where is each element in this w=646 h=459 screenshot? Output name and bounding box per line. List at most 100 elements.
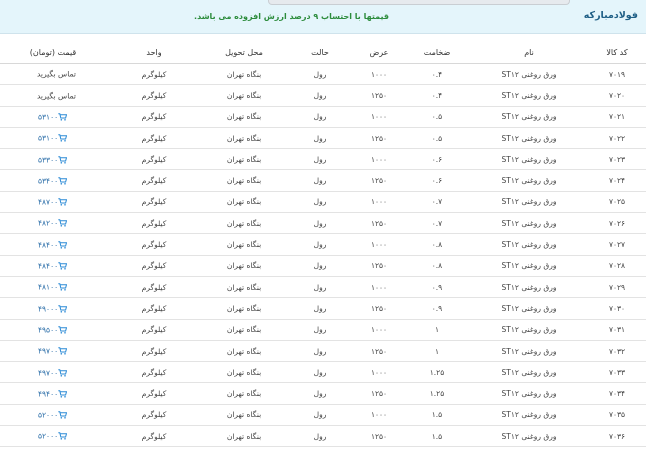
cell-location: بنگاه تهران	[202, 297, 286, 320]
cell-name: ورق روغنی ST۱۲	[470, 191, 588, 214]
table-row: ۷۰۲۰ ورق روغنی ST۱۲ ۰.۴ ۱۲۵۰ رول بنگاه ت…	[0, 84, 646, 107]
table-row: ۷۰۳۴ ورق روغنی ST۱۲ ۱.۲۵ ۱۲۵۰ رول بنگاه …	[0, 382, 646, 405]
column-header-unit[interactable]: واحد	[106, 42, 202, 64]
cart-icon[interactable]	[58, 390, 68, 398]
contact-label[interactable]: تماس بگیرید	[37, 91, 76, 100]
cell-state: رول	[286, 63, 354, 86]
cell-thickness: ۰.۷	[404, 212, 470, 235]
price-table: کد کالا نام ضخامت عرض حالت محل تحویل واح…	[0, 42, 646, 448]
cell-location: بنگاه تهران	[202, 106, 286, 128]
cart-icon[interactable]	[58, 368, 68, 377]
cell-price[interactable]: ۴۸۱۰۰	[0, 276, 106, 299]
cart-icon[interactable]	[58, 241, 68, 249]
cell-state: رول	[286, 255, 354, 277]
cell-unit: کیلوگرم	[106, 404, 202, 427]
cart-icon[interactable]	[58, 177, 68, 185]
cell-price[interactable]: ۴۸۲۰۰	[0, 212, 106, 235]
cell-location: بنگاه تهران	[202, 127, 286, 150]
cell-width: ۱۲۵۰	[354, 255, 404, 277]
column-header-thickness[interactable]: ضخامت	[404, 42, 470, 64]
cart-icon[interactable]	[58, 347, 68, 355]
cell-price[interactable]: ۵۳۱۰۰	[0, 127, 106, 150]
cell-state: رول	[286, 212, 354, 235]
cell-price[interactable]: ۴۹۷۰۰	[0, 361, 106, 384]
cell-location: بنگاه تهران	[202, 191, 286, 214]
table-row: ۷۰۳۶ ورق روغنی ST۱۲ ۱.۵ ۱۲۵۰ رول بنگاه ت…	[0, 425, 646, 448]
cart-icon[interactable]	[58, 219, 68, 228]
cell-price[interactable]: ۴۹۷۰۰	[0, 340, 106, 363]
cell-code: ۷۰۳۱	[588, 319, 646, 341]
cell-location: بنگاه تهران	[202, 63, 286, 86]
cell-price[interactable]: ۵۳۴۰۰	[0, 169, 106, 192]
table-row: ۷۰۳۰ ورق روغنی ST۱۲ ۰.۹ ۱۲۵۰ رول بنگاه ت…	[0, 297, 646, 320]
cell-price[interactable]: ۴۸۷۰۰	[0, 191, 106, 214]
column-header-name[interactable]: نام	[470, 42, 588, 64]
column-header-location[interactable]: محل تحویل	[202, 42, 286, 64]
cell-unit: کیلوگرم	[106, 276, 202, 299]
cell-code: ۷۰۳۴	[588, 382, 646, 405]
cell-price[interactable]: ۴۹۰۰۰	[0, 297, 106, 320]
cart-icon[interactable]	[58, 411, 68, 419]
table-row: ۷۰۲۷ ورق روغنی ST۱۲ ۰.۸ ۱۰۰۰ رول بنگاه ت…	[0, 233, 646, 256]
price-value: ۴۹۴۰۰	[38, 389, 59, 399]
cell-code: ۷۰۲۳	[588, 148, 646, 171]
column-header-width[interactable]: عرض	[354, 42, 404, 64]
price-value: ۵۲۰۰۰	[38, 431, 59, 441]
cell-thickness: ۰.۴	[404, 63, 470, 86]
cart-icon[interactable]	[58, 113, 68, 121]
contact-label[interactable]: تماس بگیرید	[37, 70, 76, 79]
cell-thickness: ۱.۵	[404, 404, 470, 427]
price-value: ۵۳۴۰۰	[38, 176, 59, 186]
table-header: کد کالا نام ضخامت عرض حالت محل تحویل واح…	[0, 42, 646, 64]
cart-icon[interactable]	[58, 283, 68, 291]
cart-icon[interactable]	[58, 304, 68, 313]
cell-price[interactable]: ۵۳۳۰۰	[0, 148, 106, 171]
cart-icon[interactable]	[58, 155, 68, 164]
cell-state: رول	[286, 425, 354, 448]
cell-state: رول	[286, 169, 354, 192]
top-tab-handle[interactable]	[268, 0, 570, 5]
cell-thickness: ۰.۹	[404, 297, 470, 320]
cell-unit: کیلوگرم	[106, 382, 202, 405]
cell-width: ۱۲۵۰	[354, 212, 404, 235]
cell-price[interactable]: ۵۳۱۰۰	[0, 106, 106, 128]
cell-width: ۱۲۵۰	[354, 425, 404, 448]
cell-name: ورق روغنی ST۱۲	[470, 340, 588, 363]
cell-code: ۷۰۲۲	[588, 127, 646, 150]
cell-price[interactable]: ۴۹۴۰۰	[0, 382, 106, 405]
cell-location: بنگاه تهران	[202, 404, 286, 427]
cell-name: ورق روغنی ST۱۲	[470, 255, 588, 277]
cell-name: ورق روغنی ST۱۲	[470, 382, 588, 405]
cell-thickness: ۰.۴	[404, 84, 470, 107]
cell-width: ۱۲۵۰	[354, 340, 404, 363]
cart-icon[interactable]	[58, 432, 68, 441]
cell-price[interactable]: ۴۹۵۰۰	[0, 319, 106, 341]
price-value: ۴۸۷۰۰	[38, 197, 59, 207]
cell-code: ۷۰۲۴	[588, 169, 646, 192]
cell-width: ۱۰۰۰	[354, 404, 404, 427]
cart-icon[interactable]	[58, 262, 68, 270]
column-header-price[interactable]: قیمت (تومان)	[0, 42, 106, 64]
cell-code: ۷۰۳۲	[588, 340, 646, 363]
cart-icon[interactable]	[58, 326, 68, 334]
price-value: ۴۸۲۰۰	[38, 218, 59, 228]
cell-width: ۱۰۰۰	[354, 191, 404, 214]
cart-icon[interactable]	[58, 134, 68, 142]
column-header-state[interactable]: حالت	[286, 42, 354, 64]
cell-width: ۱۰۰۰	[354, 148, 404, 171]
cell-price[interactable]: ۴۸۴۰۰	[0, 233, 106, 256]
cell-price[interactable]: ۴۸۴۰۰	[0, 255, 106, 277]
cell-unit: کیلوگرم	[106, 191, 202, 214]
cell-price[interactable]: ۵۲۰۰۰	[0, 425, 106, 448]
price-value: ۴۹۵۰۰	[38, 325, 59, 335]
cell-name: ورق روغنی ST۱۲	[470, 148, 588, 171]
table-row: ۷۰۳۱ ورق روغنی ST۱۲ ۱ ۱۰۰۰ رول بنگاه تهر…	[0, 319, 646, 341]
cell-unit: کیلوگرم	[106, 319, 202, 341]
cell-unit: کیلوگرم	[106, 297, 202, 320]
cart-icon[interactable]	[58, 198, 68, 206]
cell-code: ۷۰۳۰	[588, 297, 646, 320]
cell-price[interactable]: ۵۲۰۰۰	[0, 404, 106, 427]
table-row: ۷۰۳۳ ورق روغنی ST۱۲ ۱.۲۵ ۱۰۰۰ رول بنگاه …	[0, 361, 646, 384]
cell-thickness: ۰.۵	[404, 106, 470, 128]
column-header-code[interactable]: کد کالا	[588, 42, 646, 64]
